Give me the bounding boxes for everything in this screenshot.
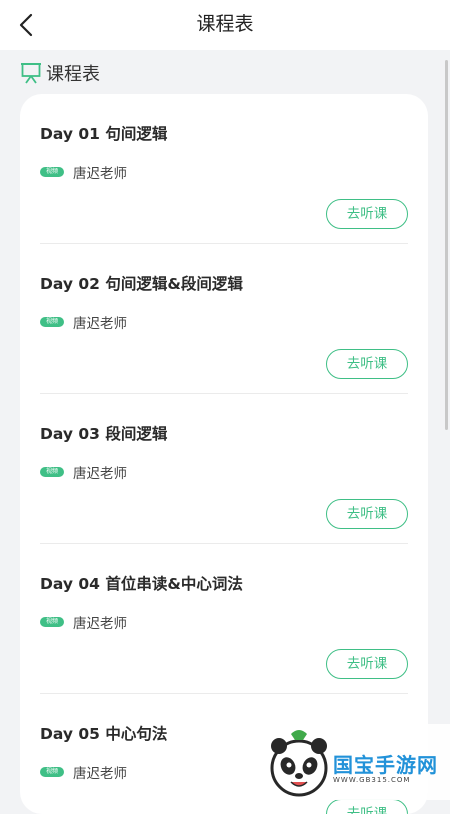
go-listen-button[interactable]: 去听课 [326, 349, 408, 379]
lesson-title: Day 03 段间逻辑 [40, 425, 168, 443]
lesson-item: Day 02 句间逻辑&段间逻辑 视频 唐迟老师 去听课 [40, 244, 408, 394]
site-watermark: 国宝手游网 WWW.GB315.COM [249, 724, 450, 800]
video-tag-badge: 视频 [40, 617, 64, 627]
section-header: 课程表 [20, 60, 100, 86]
panda-logo-icon [270, 730, 328, 797]
lesson-meta: 视频 唐迟老师 [40, 162, 127, 182]
lesson-title: Day 02 句间逻辑&段间逻辑 [40, 275, 243, 293]
top-bar: 课程表 [0, 0, 450, 50]
go-listen-button[interactable]: 去听课 [326, 799, 408, 814]
go-listen-button[interactable]: 去听课 [326, 649, 408, 679]
watermark-url: WWW.GB315.COM [333, 776, 411, 784]
video-tag-badge: 视频 [40, 767, 64, 777]
teacher-name: 唐迟老师 [73, 166, 127, 182]
video-tag-badge: 视频 [40, 167, 64, 177]
teacher-name: 唐迟老师 [73, 316, 127, 332]
lesson-title: Day 01 句间逻辑 [40, 125, 168, 143]
teacher-name: 唐迟老师 [73, 466, 127, 482]
section-title: 课程表 [46, 64, 100, 85]
scrollbar[interactable] [445, 60, 448, 430]
lesson-meta: 视频 唐迟老师 [40, 612, 127, 632]
lesson-meta: 视频 唐迟老师 [40, 462, 127, 482]
lesson-title: Day 04 首位串读&中心词法 [40, 575, 243, 593]
lesson-list-card: Day 01 句间逻辑 视频 唐迟老师 去听课 Day 02 句间逻辑&段间逻辑… [20, 94, 428, 814]
page-title: 课程表 [196, 13, 254, 35]
presentation-board-icon [20, 61, 42, 85]
lesson-item: Day 03 段间逻辑 视频 唐迟老师 去听课 [40, 394, 408, 544]
lesson-meta: 视频 唐迟老师 [40, 312, 127, 332]
lesson-item: Day 01 句间逻辑 视频 唐迟老师 去听课 [40, 94, 408, 244]
watermark-text: 国宝手游网 [333, 753, 438, 777]
teacher-name: 唐迟老师 [73, 766, 127, 782]
teacher-name: 唐迟老师 [73, 616, 127, 632]
lesson-title: Day 05 中心句法 [40, 725, 168, 743]
video-tag-badge: 视频 [40, 317, 64, 327]
lesson-item: Day 04 首位串读&中心词法 视频 唐迟老师 去听课 [40, 544, 408, 694]
go-listen-button[interactable]: 去听课 [326, 199, 408, 229]
go-listen-button[interactable]: 去听课 [326, 499, 408, 529]
lesson-meta: 视频 唐迟老师 [40, 762, 127, 782]
video-tag-badge: 视频 [40, 467, 64, 477]
